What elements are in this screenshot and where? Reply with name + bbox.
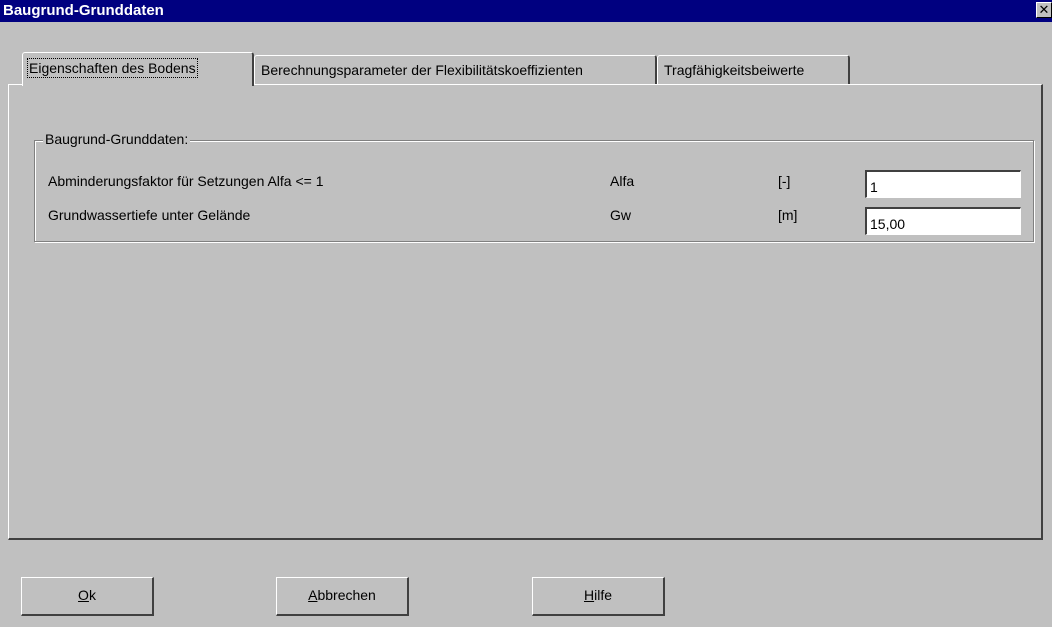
groupbox-baugrund-grunddaten: Baugrund-Grunddaten: Abminderungsfaktor … [34,131,1034,242]
alfa-symbol: Alfa [610,173,635,189]
tab-label: Eigenschaften des Bodens [27,58,198,78]
alfa-input[interactable] [865,170,1021,198]
grundwassertiefe-label: Grundwassertiefe unter Gelände [48,207,251,223]
tab-label: Tragfähigkeitsbeiwerte [664,62,805,78]
tab-tragfaehigkeitsbeiwerte[interactable]: Tragfähigkeitsbeiwerte [657,55,850,85]
groupbox-title: Baugrund-Grunddaten: [43,131,191,147]
title-bar: Baugrund-Grunddaten ✕ [0,0,1052,22]
help-button[interactable]: Hilfe [532,577,665,616]
cancel-button[interactable]: Abbrechen [276,577,409,616]
ok-label-rest: k [88,587,96,603]
gw-unit: [m] [778,207,798,223]
alfa-unit: [-] [778,173,791,189]
gw-input[interactable] [865,207,1021,235]
tab-label: Berechnungsparameter der Flexibilitätsko… [261,62,583,78]
dialog-window: Baugrund-Grunddaten ✕ Eigenschaften des … [0,0,1052,627]
ok-mnemonic: O [78,587,89,603]
ok-button[interactable]: Ok [21,577,154,616]
close-icon[interactable]: ✕ [1036,2,1052,18]
cancel-label-rest: bbrechen [317,587,376,603]
help-mnemonic: H [583,587,595,603]
tab-eigenschaften-des-bodens[interactable]: Eigenschaften des Bodens [22,52,254,86]
tab-panel: Baugrund-Grunddaten: Abminderungsfaktor … [8,84,1043,540]
gw-symbol: Gw [610,207,631,223]
window-title: Baugrund-Grunddaten [3,2,164,19]
tab-berechnungsparameter[interactable]: Berechnungsparameter der Flexibilitätsko… [254,55,657,85]
alfa-label: Abminderungsfaktor für Setzungen Alfa <=… [48,173,324,189]
help-label-rest: ilfe [594,587,613,603]
